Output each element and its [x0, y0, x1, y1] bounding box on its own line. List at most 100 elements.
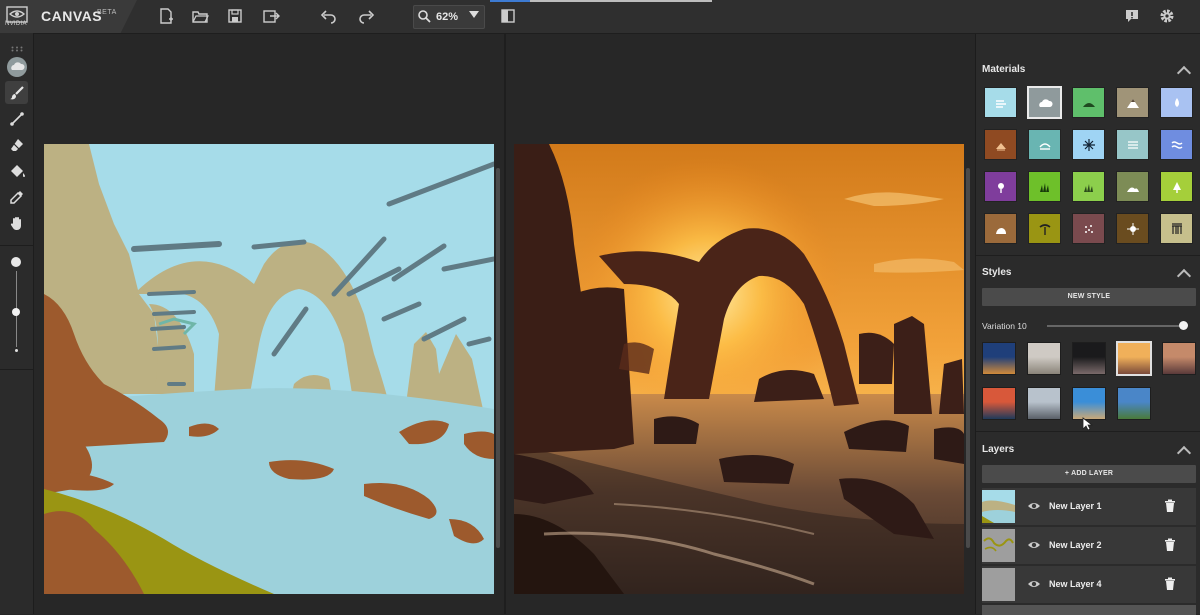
material-sky-swatch[interactable]: [984, 87, 1017, 118]
add-layer-button[interactable]: + ADD LAYER: [982, 465, 1196, 483]
variation-slider-knob[interactable]: [1179, 321, 1188, 330]
eyedropper-icon[interactable]: [5, 185, 28, 208]
visibility-eye-icon[interactable]: [1027, 578, 1041, 590]
tool-sidebar: [0, 33, 34, 614]
grass-hill-icon: [1082, 102, 1095, 107]
section-divider: [976, 255, 1200, 256]
material-water-drop-swatch[interactable]: [1160, 87, 1193, 118]
generated-output-image: [514, 144, 964, 594]
layer-name: New Layer 4: [1049, 579, 1102, 589]
style-thumbnail[interactable]: [982, 387, 1016, 420]
layer-thumbnail: [982, 490, 1015, 523]
material-fog-swatch[interactable]: [1116, 129, 1149, 160]
cloud-icon: [1038, 98, 1053, 107]
layer-row[interactable]: New Layer 2: [982, 527, 1196, 564]
section-divider: [976, 431, 1200, 432]
zoom-value: 62%: [436, 11, 459, 23]
segmentation-canvas[interactable]: [44, 144, 494, 594]
brand-area: NVIDIA CANVAS BETA: [0, 0, 137, 33]
style-thumbnail[interactable]: [1072, 342, 1106, 375]
top-accent-highlight: [490, 0, 530, 2]
hill-icon: [1126, 187, 1139, 192]
material-stone-swatch[interactable]: [1116, 213, 1149, 244]
brush-size-slider-knob[interactable]: [12, 308, 20, 316]
material-flower-swatch[interactable]: [984, 171, 1017, 202]
redo-icon[interactable]: [357, 6, 377, 26]
material-grass-swatch[interactable]: [1028, 171, 1061, 202]
mountain-icon: [1126, 98, 1139, 108]
export-icon[interactable]: [261, 6, 281, 26]
sea-icon: [1038, 142, 1051, 150]
material-palm-swatch[interactable]: [1028, 213, 1061, 244]
fill-bucket-icon[interactable]: [5, 159, 28, 182]
material-hill-swatch[interactable]: [1116, 171, 1149, 202]
styles-title: Styles: [982, 267, 1012, 278]
delete-trash-icon[interactable]: [1164, 499, 1176, 513]
snow-icon: [1082, 138, 1095, 151]
rock-icon: [995, 227, 1006, 234]
delete-trash-icon[interactable]: [1164, 538, 1176, 552]
undo-icon[interactable]: [318, 6, 338, 26]
chevron-up-icon[interactable]: [1176, 445, 1192, 461]
layer-name: New Layer 2: [1049, 540, 1102, 550]
materials-title: Materials: [982, 64, 1026, 75]
material-snow-swatch[interactable]: [1072, 129, 1105, 160]
chevron-up-icon[interactable]: [1176, 65, 1192, 81]
feedback-icon[interactable]: [1122, 6, 1142, 26]
delete-trash-icon[interactable]: [1164, 577, 1176, 591]
layer-row[interactable]: New Layer 4: [982, 566, 1196, 603]
drag-handle-icon[interactable]: [11, 39, 23, 52]
style-thumbnail[interactable]: [1116, 341, 1152, 376]
toolbar-divider: [0, 369, 33, 370]
new-file-icon[interactable]: [156, 6, 176, 26]
stone-icon: [1126, 222, 1139, 235]
save-icon[interactable]: [225, 6, 245, 26]
material-mountain-swatch[interactable]: [1116, 87, 1149, 118]
material-cloud-swatch[interactable]: [1027, 86, 1062, 119]
style-thumbnail[interactable]: [1027, 342, 1061, 375]
compare-icon[interactable]: [498, 6, 518, 26]
canvas-scrollbar[interactable]: [496, 168, 500, 548]
fog-icon: [1127, 140, 1138, 149]
river-icon: [1171, 140, 1182, 149]
open-folder-icon[interactable]: [190, 6, 210, 26]
dirt-icon: [995, 142, 1006, 150]
material-bush-swatch[interactable]: [1072, 171, 1105, 202]
chevron-down-icon: [469, 11, 479, 18]
style-thumbnail[interactable]: [1027, 387, 1061, 420]
variation-slider[interactable]: [1047, 325, 1183, 327]
layer-name: New Layer 1: [1049, 501, 1102, 511]
material-tree-swatch[interactable]: [1160, 171, 1193, 202]
material-gravel-swatch[interactable]: [1072, 213, 1105, 244]
properties-panel: Materials Styles NEW STYLE Variation 10 …: [975, 34, 1200, 615]
layer-thumbnail: [982, 529, 1015, 562]
gravel-icon: [1084, 224, 1093, 233]
material-grass-hill-swatch[interactable]: [1072, 87, 1105, 118]
layer-row[interactable]: New Layer 1: [982, 488, 1196, 525]
style-thumbnail[interactable]: [1072, 387, 1106, 420]
layers-title: Layers: [982, 444, 1015, 455]
pan-hand-icon[interactable]: [5, 211, 28, 234]
eraser-icon[interactable]: [5, 133, 28, 156]
material-rock-swatch[interactable]: [984, 213, 1017, 244]
mouse-cursor-icon: [1082, 417, 1094, 431]
style-thumbnail[interactable]: [1162, 342, 1196, 375]
line-icon[interactable]: [5, 107, 28, 130]
visibility-eye-icon[interactable]: [1027, 500, 1041, 512]
toolbar-divider: [0, 245, 33, 246]
material-sea-swatch[interactable]: [1028, 129, 1061, 160]
style-thumbnail[interactable]: [982, 342, 1016, 375]
output-scrollbar[interactable]: [966, 168, 970, 548]
visibility-eye-icon[interactable]: [1027, 539, 1041, 551]
material-river-swatch[interactable]: [1160, 129, 1193, 160]
material-dirt-swatch[interactable]: [984, 129, 1017, 160]
settings-icon[interactable]: [1157, 6, 1177, 26]
material-building-swatch[interactable]: [1160, 213, 1193, 244]
new-style-button[interactable]: NEW STYLE: [982, 288, 1196, 306]
zoom-dropdown[interactable]: 62%: [413, 5, 485, 29]
chevron-up-icon[interactable]: [1176, 268, 1192, 284]
brush-icon[interactable]: [5, 81, 28, 104]
style-thumbnail[interactable]: [1117, 387, 1151, 420]
tree-icon: [1172, 181, 1181, 193]
material-picker-icon[interactable]: [5, 55, 28, 78]
